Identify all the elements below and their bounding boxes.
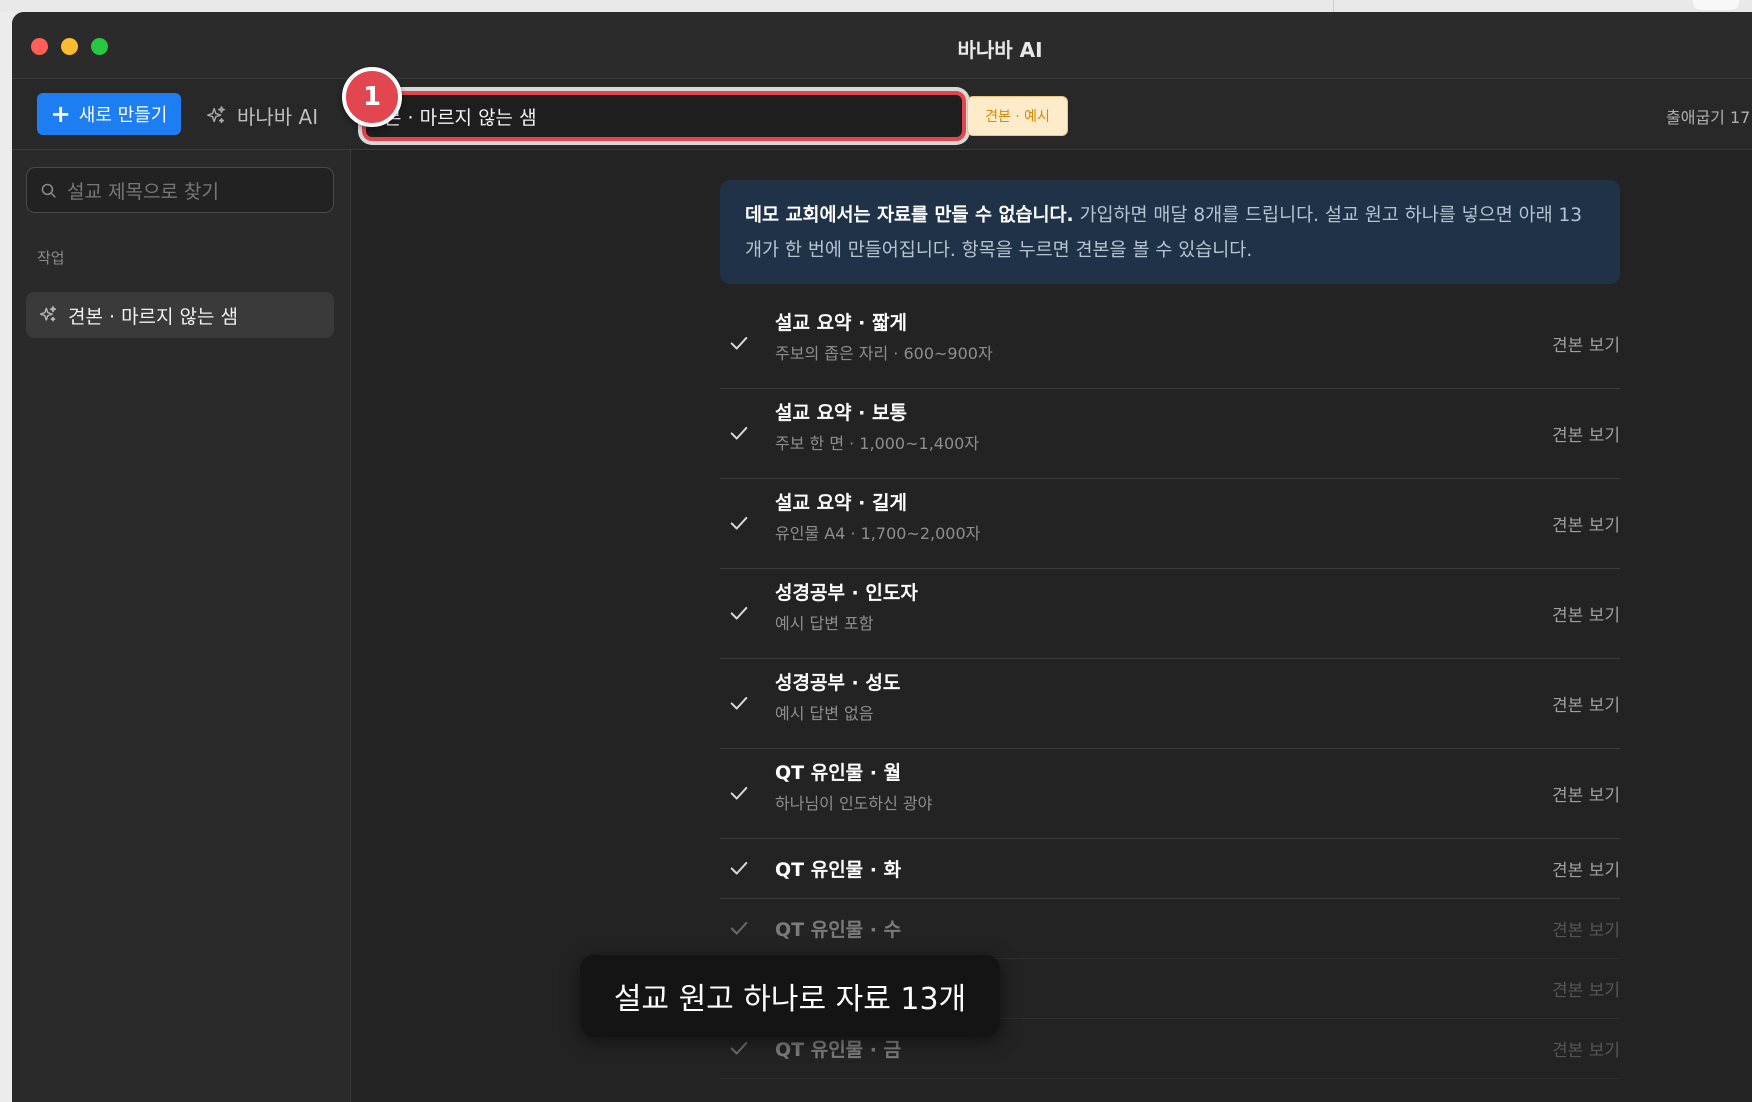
list-item-subtitle: 유인물 A4 · 1,700~2,000자 [775, 524, 981, 543]
sidebar-item-sample[interactable]: 견본 · 마르지 않는 샘 [26, 292, 334, 338]
check-icon [728, 857, 750, 879]
view-sample-link[interactable]: 견본 보기 [1552, 691, 1620, 716]
view-sample-link[interactable]: 견본 보기 [1552, 916, 1620, 941]
section-label: 작업 [37, 249, 65, 267]
list-item-title: QT 유인물 · 화 [775, 859, 902, 881]
sparkle-icon [39, 306, 57, 322]
list-item-title: 성경공부 · 성도 [775, 672, 901, 694]
list-item-subtitle: 주보 한 면 · 1,000~1,400자 [775, 434, 980, 453]
check-icon [728, 602, 750, 624]
scripture-reference: 출애굽기 17 [1666, 108, 1751, 127]
view-sample-link[interactable]: 견본 보기 [1552, 976, 1620, 1001]
view-sample-link[interactable]: 견본 보기 [1552, 781, 1620, 806]
plus-icon: + [50, 100, 71, 128]
main-content: 데모 교회에서는 자료를 만들 수 없습니다. 가입하면 매달 8개를 드립니다… [351, 150, 1752, 1102]
check-icon [728, 917, 750, 939]
list-item[interactable]: 성경공부 · 인도자예시 답변 포함 견본 보기 [720, 568, 1620, 659]
check-icon [728, 332, 750, 354]
search-icon [41, 183, 56, 198]
new-button[interactable]: + 새로 만들기 [37, 93, 181, 135]
list-item-subtitle: 주보의 좁은 자리 · 600~900자 [775, 344, 993, 363]
list-item-subtitle: 예시 답변 없음 [775, 704, 874, 723]
search-placeholder: 설교 제목으로 찾기 [67, 180, 219, 203]
brand-link[interactable]: 바나바 AI [205, 101, 318, 130]
list-item[interactable]: 성경공부 · 성도예시 답변 없음 견본 보기 [720, 658, 1620, 749]
list-item[interactable]: 설교 요약 · 보통주보 한 면 · 1,000~1,400자 견본 보기 [720, 388, 1620, 479]
list-item[interactable]: 설교 요약 · 길게유인물 A4 · 1,700~2,000자 견본 보기 [720, 478, 1620, 569]
view-sample-link[interactable]: 견본 보기 [1552, 421, 1620, 446]
caption-toast: 설교 원고 하나로 자료 13개 [580, 955, 1000, 1037]
sample-badge: 견본 · 예시 [967, 96, 1068, 136]
step-marker: 1 [342, 67, 402, 127]
app-window: 바나바 AI + 새로 만들기 바나바 AI 본 · 마르지 않는 샘 견본 ·… [12, 12, 1752, 1102]
check-icon [728, 1037, 750, 1059]
list-item-subtitle: 예시 답변 포함 [775, 614, 874, 633]
view-sample-link[interactable]: 견본 보기 [1552, 856, 1620, 881]
list-item-title: 설교 요약 · 보통 [775, 402, 907, 424]
desktop-background [0, 0, 1752, 12]
check-icon [728, 692, 750, 714]
title-bar: 바나바 AI [12, 12, 1752, 79]
list-item[interactable]: QT 유인물 · 수 견본 보기 [720, 898, 1620, 959]
view-sample-link[interactable]: 견본 보기 [1552, 511, 1620, 536]
list-item-title: QT 유인물 · 수 [775, 919, 902, 941]
sermon-title-input[interactable]: 본 · 마르지 않는 샘 [362, 91, 966, 141]
check-icon [728, 422, 750, 444]
list-item-title: 설교 요약 · 길게 [775, 492, 907, 514]
notice-bold-text: 데모 교회에서는 자료를 만들 수 없습니다. [745, 205, 1074, 226]
list-item-title: 설교 요약 · 짧게 [775, 312, 907, 334]
check-icon [728, 512, 750, 534]
window-title: 바나바 AI [957, 38, 1043, 62]
list-item[interactable]: 설교 요약 · 짧게주보의 좁은 자리 · 600~900자 견본 보기 [720, 298, 1620, 389]
sermon-title-value: 본 · 마르지 않는 샘 [384, 106, 537, 129]
list-item[interactable]: QT 유인물 · 화 견본 보기 [720, 838, 1620, 899]
list-item-title: QT 유인물 · 금 [775, 1039, 902, 1061]
search-input[interactable]: 설교 제목으로 찾기 [26, 167, 334, 213]
check-icon [728, 782, 750, 804]
view-sample-link[interactable]: 견본 보기 [1552, 601, 1620, 626]
sparkle-icon [207, 105, 225, 123]
sidebar-item-label: 견본 · 마르지 않는 샘 [68, 305, 239, 328]
brand-label: 바나바 AI [237, 105, 319, 129]
view-sample-link[interactable]: 견본 보기 [1552, 1036, 1620, 1061]
list-item-subtitle: 하나님이 인도하신 광야 [775, 794, 933, 813]
list-item[interactable]: QT 유인물 · 월하나님이 인도하신 광야 견본 보기 [720, 748, 1620, 839]
toolbar: + 새로 만들기 바나바 AI 본 · 마르지 않는 샘 견본 · 예시 출애굽… [12, 79, 1752, 150]
demo-notice: 데모 교회에서는 자료를 만들 수 없습니다. 가입하면 매달 8개를 드립니다… [720, 180, 1620, 284]
new-button-label: 새로 만들기 [78, 105, 168, 126]
list-item-title: 성경공부 · 인도자 [775, 582, 918, 604]
view-sample-link[interactable]: 견본 보기 [1552, 331, 1620, 356]
list-item-title: QT 유인물 · 월 [775, 762, 902, 784]
desktop-divider [1333, 0, 1334, 12]
sidebar: 설교 제목으로 찾기 작업 견본 · 마르지 않는 샘 [12, 150, 351, 1102]
desktop-window-tab [1693, 0, 1739, 10]
